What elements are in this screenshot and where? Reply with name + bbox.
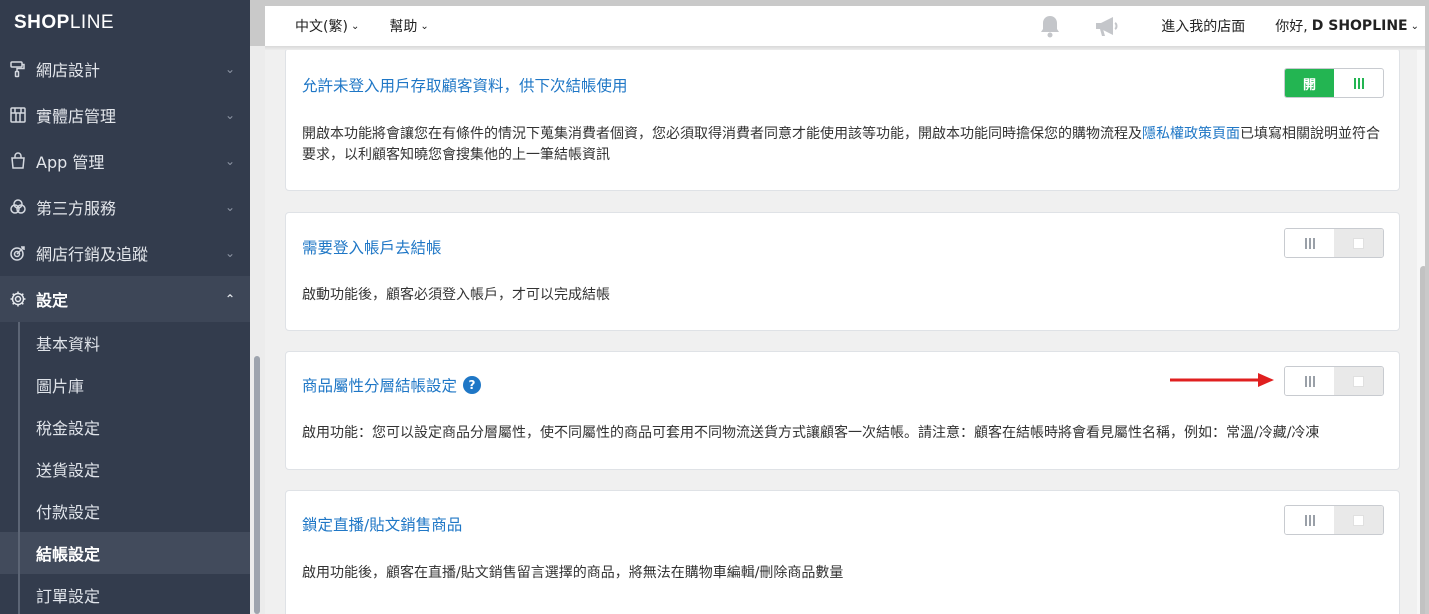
sidebar-subitem-tax-settings[interactable]: 稅金設定 [0, 406, 250, 448]
shopping-bag-icon [8, 151, 28, 171]
red-arrow-annotation [1170, 373, 1274, 387]
sidebar-scrollbar[interactable] [254, 356, 260, 614]
target-icon [8, 243, 28, 263]
card-description: 開啟本功能將會讓您在有條件的情況下蒐集消費者個資，您必須取得消費者同意才能使用該… [302, 124, 1383, 166]
chevron-down-icon: ⌄ [224, 200, 236, 214]
sidebar-subitem-order-settings[interactable]: 訂單設定 [0, 574, 250, 614]
card-description: 啟動功能後，顧客必須登入帳戶，才可以完成結帳 [302, 287, 610, 303]
toggle-bars-icon [1285, 229, 1334, 257]
toggle-bars-icon [1285, 367, 1334, 395]
help-dropdown[interactable]: 幫助 ⌄ [389, 16, 428, 36]
gear-icon [8, 289, 28, 309]
sidebar-subitem-checkout-settings[interactable]: 結帳設定 [0, 532, 250, 574]
sidebar-subitem-delivery-settings[interactable]: 送貨設定 [0, 448, 250, 490]
sidebar-subitem-payment-settings[interactable]: 付款設定 [0, 490, 250, 532]
settings-submenu: 基本資料 圖片庫 稅金設定 送貨設定 付款設定 結帳設定 訂單設定 [0, 322, 250, 614]
sidebar-item-physical-store[interactable]: 實體店管理 ⌄ [0, 92, 250, 138]
chevron-up-icon: ⌃ [224, 292, 236, 306]
toggle-switch-off[interactable] [1284, 366, 1384, 396]
sidebar-item-label: 網店設計 [36, 61, 101, 80]
setting-card-guest-data: 允許未登入用戶存取顧客資料，供下次結帳使用 開 開啟本功能將會讓您在有條件的情況… [285, 50, 1400, 191]
card-description: 啟用功能：您可以設定商品分層屬性，使不同屬性的商品可套用不同物流送貨方式讓顧客一… [302, 425, 1320, 441]
greeting-text: 你好, [1275, 19, 1308, 35]
help-label: 幫助 [389, 19, 418, 35]
setting-card-require-login: 需要登入帳戶去結帳 啟動功能後，顧客必須登入帳戶，才可以完成結帳 [285, 212, 1400, 331]
sidebar-item-settings[interactable]: 設定 ⌃ [0, 276, 250, 322]
chevron-down-icon: ⌄ [224, 62, 236, 76]
shopline-logo[interactable]: SHOP LINE [0, 0, 250, 46]
logo-rest-text: LINE [69, 12, 115, 33]
right-edge [1425, 0, 1429, 614]
toggle-bars-icon [1285, 506, 1334, 534]
logo-bold-text: SHOP [14, 12, 70, 33]
topbar: 中文(繁) ⌄ 幫助 ⌄ 進入我的店面 你好, D SHOPLINE ⌄ [265, 6, 1425, 46]
language-label: 中文(繁) [295, 19, 348, 35]
sidebar-item-label: App 管理 [36, 153, 105, 172]
card-description: 啟用功能後，顧客在直播/貼文銷售留言選擇的商品，將無法在購物車編輯/刪除商品數量 [302, 565, 844, 581]
sidebar-item-label: 設定 [36, 291, 69, 310]
card-title: 允許未登入用戶存取顧客資料，供下次結帳使用 [302, 77, 628, 95]
description-text: 開啟本功能將會讓您在有條件的情況下蒐集消費者個資，您必須取得消費者同意才能使用該… [302, 126, 1142, 142]
megaphone-icon[interactable] [1093, 13, 1121, 39]
paint-roller-icon [8, 59, 28, 79]
card-title-text: 商品屬性分層結帳設定 [302, 377, 458, 395]
chevron-down-icon: ⌄ [420, 20, 429, 32]
card-title: 鎖定直播/貼文銷售商品 [302, 516, 463, 534]
bell-icon[interactable] [1037, 13, 1063, 39]
sidebar-item-third-party[interactable]: 第三方服務 ⌄ [0, 184, 250, 230]
privacy-policy-link[interactable]: 隱私權政策頁面 [1142, 126, 1240, 142]
card-title: 商品屬性分層結帳設定 ? [302, 374, 482, 396]
apps-circles-icon [8, 197, 28, 217]
toggle-switch-on[interactable]: 開 [1284, 68, 1384, 98]
toggle-on-label: 開 [1285, 69, 1334, 97]
sidebar-item-label: 第三方服務 [36, 199, 117, 218]
store-icon [8, 105, 28, 125]
card-title: 需要登入帳戶去結帳 [302, 239, 442, 257]
user-menu[interactable]: 你好, D SHOPLINE ⌄ [1275, 16, 1419, 36]
toggle-knob [1334, 367, 1383, 395]
toggle-switch-off[interactable] [1284, 505, 1384, 535]
sidebar: SHOP LINE 網店設計 ⌄ 實體店管理 ⌄ App 管理 ⌄ 第三方服務 ⌄… [0, 0, 250, 614]
sidebar-item-label: 網店行銷及追蹤 [36, 245, 149, 264]
sidebar-item-store-design[interactable]: 網店設計 ⌄ [0, 46, 250, 92]
chevron-down-icon: ⌄ [350, 20, 360, 32]
chevron-down-icon: ⌄ [224, 108, 236, 122]
toggle-switch-off[interactable] [1284, 228, 1384, 258]
toggle-bars-icon [1334, 69, 1383, 97]
sidebar-subitem-basic-info[interactable]: 基本資料 [0, 322, 250, 364]
toggle-knob [1334, 229, 1383, 257]
language-dropdown[interactable]: 中文(繁) ⌄ [295, 16, 359, 36]
setting-card-layered-checkout: 商品屬性分層結帳設定 ? 啟用功能：您可以設定商品分層屬性，使不同屬性的商品可套… [285, 351, 1400, 470]
toggle-knob [1334, 506, 1383, 534]
setting-card-lock-live-products: 鎖定直播/貼文銷售商品 啟用功能後，顧客在直播/貼文銷售留言選擇的商品，將無法在… [285, 490, 1400, 614]
sidebar-item-marketing[interactable]: 網店行銷及追蹤 ⌄ [0, 230, 250, 276]
main-content: 允許未登入用戶存取顧客資料，供下次結帳使用 開 開啟本功能將會讓您在有條件的情況… [265, 50, 1417, 614]
username-text: D SHOPLINE [1311, 18, 1408, 34]
chevron-down-icon: ⌄ [224, 154, 236, 168]
chevron-down-icon: ⌄ [224, 246, 236, 260]
help-question-icon[interactable]: ? [463, 376, 482, 394]
chevron-down-icon: ⌄ [1410, 20, 1419, 32]
sidebar-item-app-management[interactable]: App 管理 ⌄ [0, 138, 250, 184]
sidebar-subitem-image-library[interactable]: 圖片庫 [0, 364, 250, 406]
sidebar-item-label: 實體店管理 [36, 107, 117, 126]
enter-store-link[interactable]: 進入我的店面 [1161, 16, 1245, 36]
